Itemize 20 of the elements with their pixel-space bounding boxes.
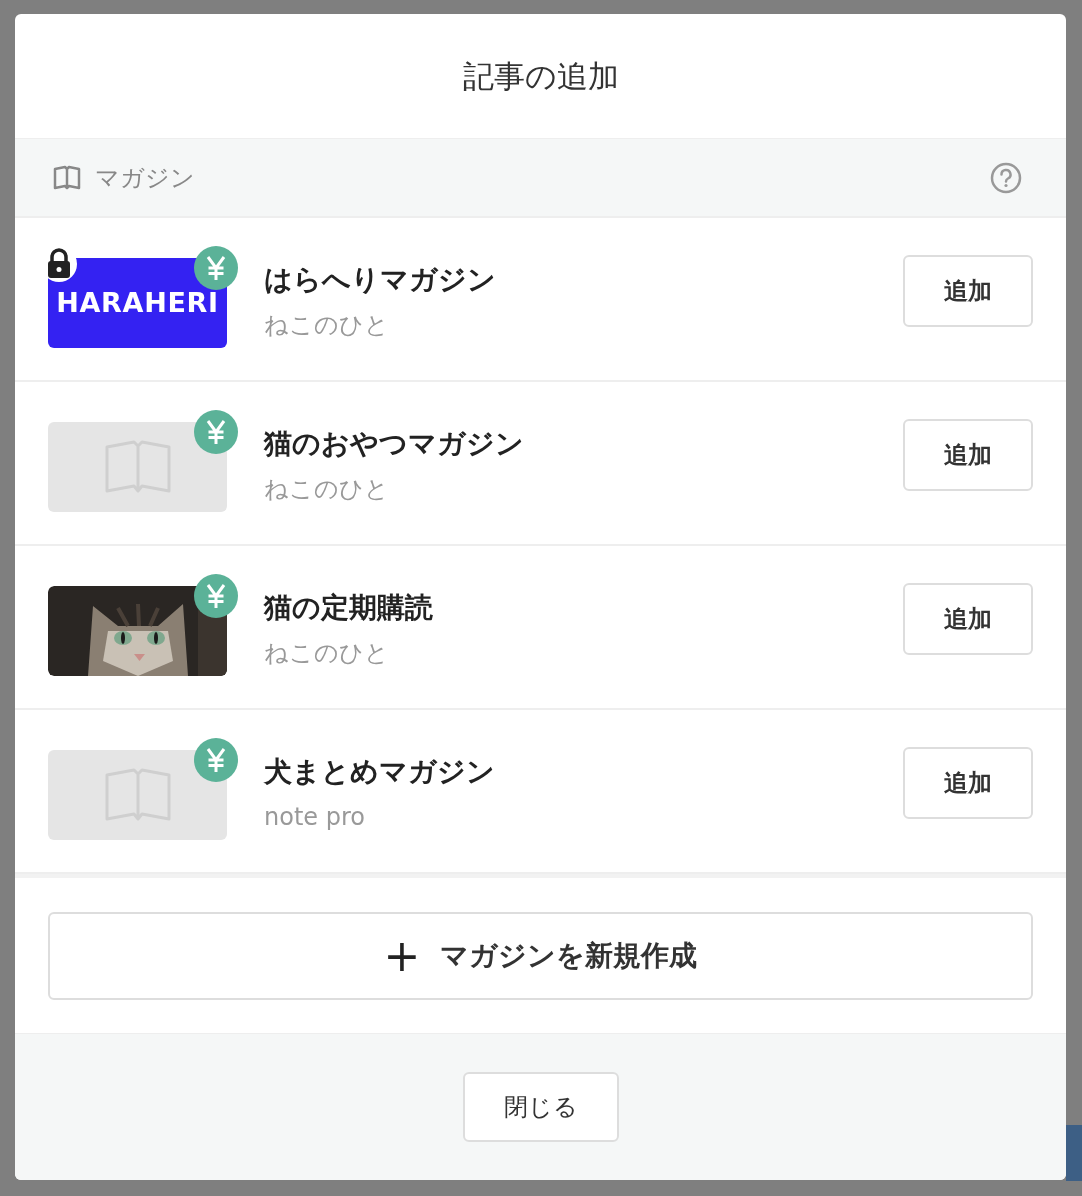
add-button[interactable]: 追加 bbox=[903, 583, 1033, 655]
add-button[interactable]: 追加 bbox=[903, 419, 1033, 491]
add-button[interactable]: 追加 bbox=[903, 747, 1033, 819]
help-icon[interactable] bbox=[990, 161, 1022, 194]
book-icon bbox=[53, 164, 81, 191]
magazine-author: ねこのひと bbox=[264, 310, 390, 341]
create-magazine-button[interactable]: + マガジンを新規作成 bbox=[48, 911, 1033, 1000]
dialog-title: 記事の追加 bbox=[462, 56, 619, 96]
section-label: マガジン bbox=[95, 162, 195, 194]
cover-text: HARAHERI bbox=[56, 285, 219, 320]
magazine-title: 猫のおやつマガジン bbox=[264, 426, 524, 462]
magazine-author: ねこのひと bbox=[264, 474, 390, 505]
magazine-title: 犬まとめマガジン bbox=[264, 754, 495, 790]
magazine-author: note pro bbox=[264, 802, 366, 833]
magazine-author: ねこのひと bbox=[264, 638, 390, 669]
add-button[interactable]: 追加 bbox=[903, 255, 1033, 327]
magazine-title: 猫の定期購読 bbox=[264, 590, 433, 626]
magazine-title: はらへりマガジン bbox=[264, 262, 496, 298]
close-button[interactable]: 閉じる bbox=[462, 1072, 619, 1142]
background-panel bbox=[1066, 1125, 1082, 1181]
